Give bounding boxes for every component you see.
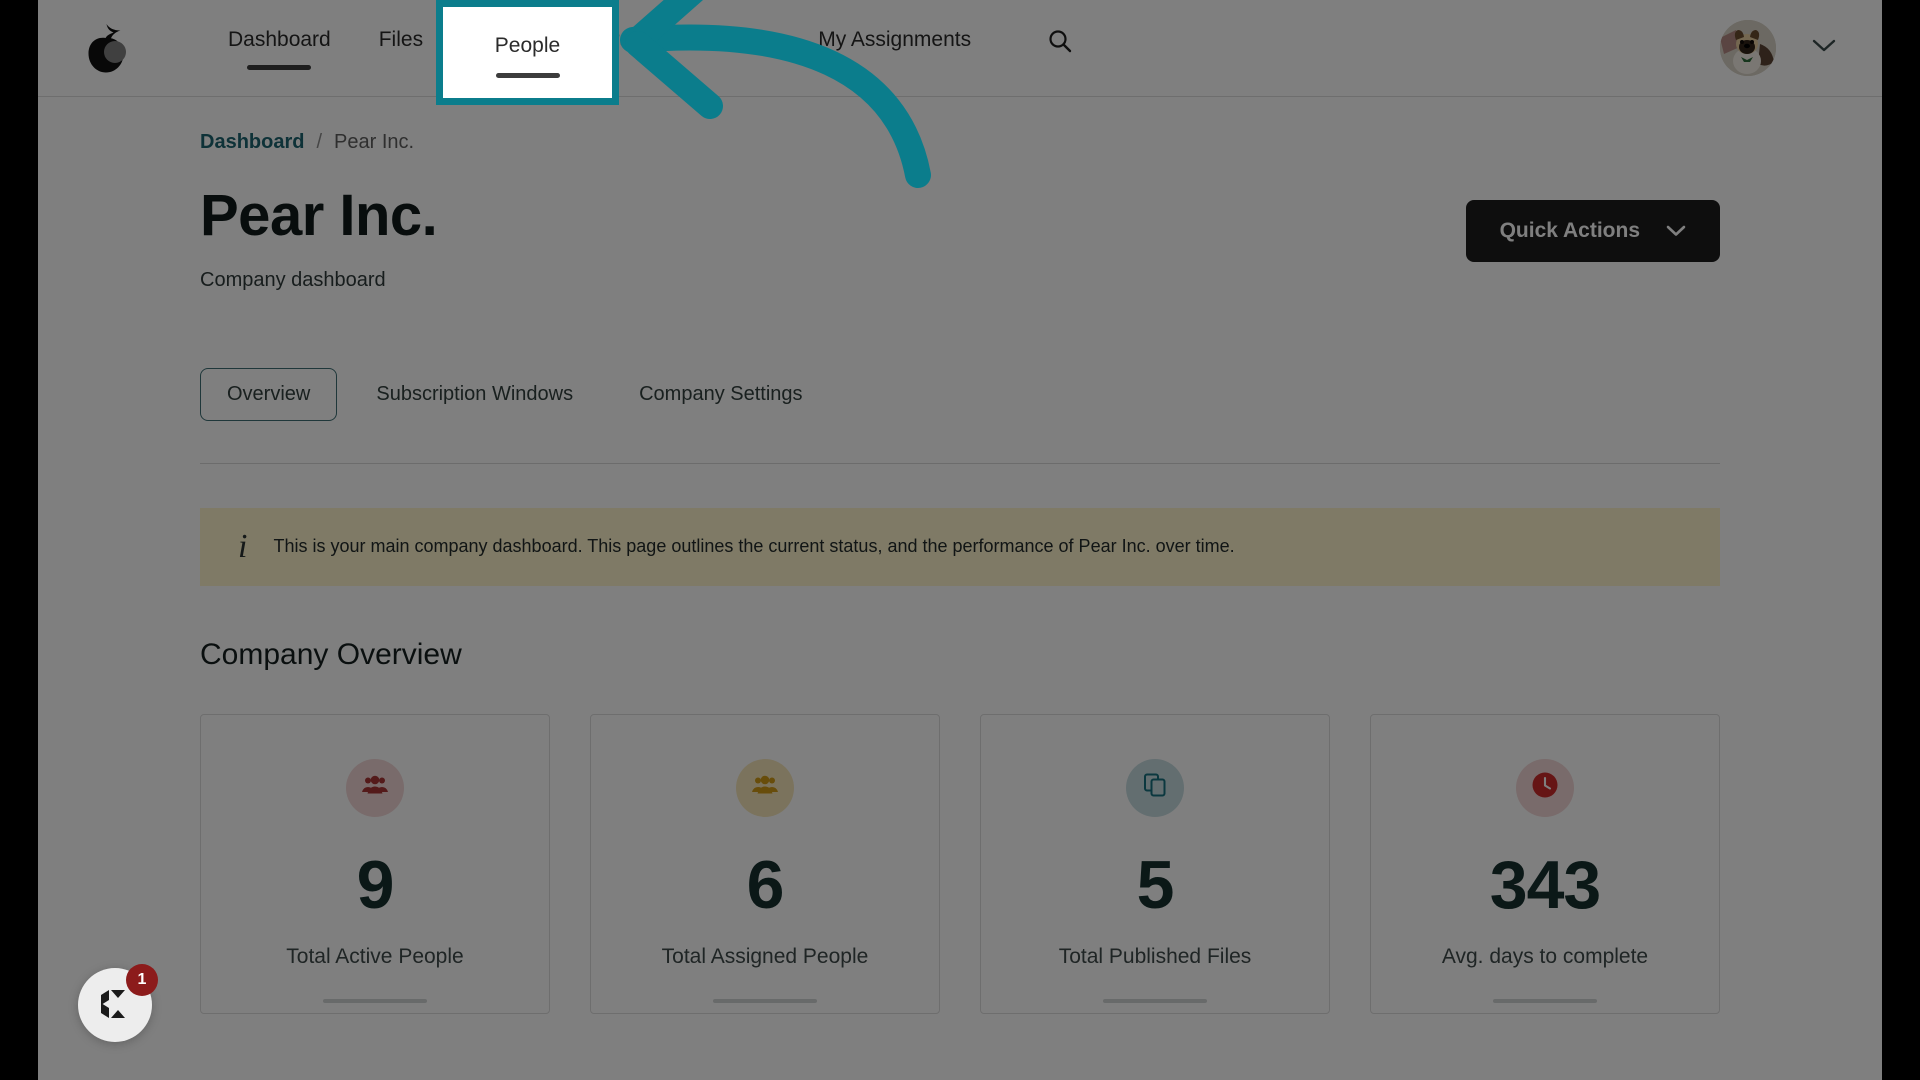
nav-user-area	[1720, 20, 1836, 76]
page-header-text: Pear Inc. Company dashboard	[200, 183, 438, 292]
stat-card-total-active-people: 9 Total Active People	[200, 713, 550, 1014]
nav-label: Dashboard	[228, 27, 331, 51]
stat-icon-background	[1126, 758, 1184, 817]
stat-label: Total Assigned People	[661, 944, 869, 968]
stat-underline	[1103, 998, 1207, 1003]
primary-nav-links: Dashboard Files People Library Reports M…	[204, 0, 1073, 97]
nav-label: Files	[378, 27, 424, 51]
stat-label: Total Active People	[286, 944, 464, 968]
stat-label: Total Published Files	[1058, 944, 1252, 968]
chevron-down-icon[interactable]	[1812, 39, 1836, 58]
page-content: Dashboard / Pear Inc. Pear Inc. Company …	[38, 97, 1882, 1080]
nav-item-dashboard[interactable]: Dashboard	[204, 26, 355, 70]
stat-icon-background	[736, 758, 794, 817]
stat-value: 343	[1489, 846, 1601, 923]
tab-subscription-windows[interactable]: Subscription Windows	[349, 368, 600, 421]
stat-card-avg-days-to-complete: 343 Avg. days to complete	[1370, 713, 1720, 1014]
chat-unread-badge: 1	[126, 964, 158, 996]
pear-logo-icon[interactable]	[60, 22, 152, 74]
breadcrumb-link-dashboard[interactable]: Dashboard	[200, 131, 304, 154]
info-icon: i	[238, 527, 248, 565]
breadcrumb-separator: /	[316, 131, 323, 153]
search-icon[interactable]	[1047, 26, 1073, 54]
nav-label: My Assignments	[818, 27, 972, 51]
quick-actions-button[interactable]: Quick Actions	[1465, 200, 1720, 262]
users-group-icon	[361, 775, 389, 800]
quick-actions-label: Quick Actions	[1499, 219, 1640, 242]
stat-icon-background	[346, 758, 404, 817]
nav-active-underline	[247, 64, 312, 70]
section-divider	[200, 462, 1720, 464]
page-header-row: Pear Inc. Company dashboard Quick Action…	[200, 183, 1720, 292]
tab-label: Overview	[227, 382, 311, 405]
chat-support-button[interactable]: 1	[78, 964, 158, 1042]
section-heading-company-overview: Company Overview	[200, 637, 462, 671]
stat-value: 6	[746, 846, 785, 923]
nav-item-files[interactable]: Files	[355, 26, 447, 54]
copy-files-icon	[1142, 772, 1168, 803]
stat-underline	[323, 998, 427, 1003]
screenshot-root: Dashboard Files People Library Reports M…	[0, 0, 1920, 1080]
nav-label: Reports	[696, 27, 771, 51]
nav-active-underline	[471, 64, 536, 70]
stat-card-total-assigned-people: 6 Total Assigned People	[590, 713, 940, 1014]
stat-underline	[1493, 998, 1597, 1003]
tab-label: Company Settings	[639, 382, 803, 405]
nav-label: Library	[584, 27, 649, 51]
chevron-down-icon	[1666, 219, 1686, 243]
browser-viewport: Dashboard Files People Library Reports M…	[38, 0, 1882, 1080]
tab-company-settings[interactable]: Company Settings	[612, 368, 829, 421]
stat-value: 5	[1136, 846, 1175, 923]
page-subtitle: Company dashboard	[200, 268, 386, 291]
nav-item-my-assignments[interactable]: My Assignments	[794, 26, 995, 54]
stat-icon-background	[1516, 758, 1574, 817]
nav-item-people[interactable]: People	[447, 26, 560, 70]
stat-card-total-published-files: 5 Total Published Files	[980, 713, 1330, 1014]
info-banner: i This is your main company dashboard. T…	[200, 507, 1720, 586]
stat-value: 9	[356, 846, 395, 923]
clock-icon	[1530, 770, 1560, 805]
section-tabs: Overview Subscription Windows Company Se…	[200, 367, 1720, 421]
nav-item-library[interactable]: Library	[560, 26, 672, 54]
avatar[interactable]	[1720, 20, 1776, 76]
nav-label: People	[471, 27, 537, 51]
top-navigation-bar: Dashboard Files People Library Reports M…	[38, 0, 1882, 97]
info-banner-text: This is your main company dashboard. Thi…	[273, 536, 1235, 557]
breadcrumb-current: Pear Inc.	[334, 131, 415, 153]
stat-label: Avg. days to complete	[1441, 944, 1649, 968]
breadcrumb: Dashboard / Pear Inc.	[200, 97, 1720, 154]
page-title: Pear Inc.	[200, 183, 438, 248]
stat-card-grid: 9 Total Active People 6 Total Assigned P…	[200, 713, 1720, 1014]
users-group-icon	[751, 775, 779, 800]
tab-overview[interactable]: Overview	[200, 367, 338, 421]
stat-underline	[713, 998, 817, 1003]
tab-label: Subscription Windows	[376, 382, 574, 405]
nav-item-reports[interactable]: Reports	[673, 26, 795, 54]
